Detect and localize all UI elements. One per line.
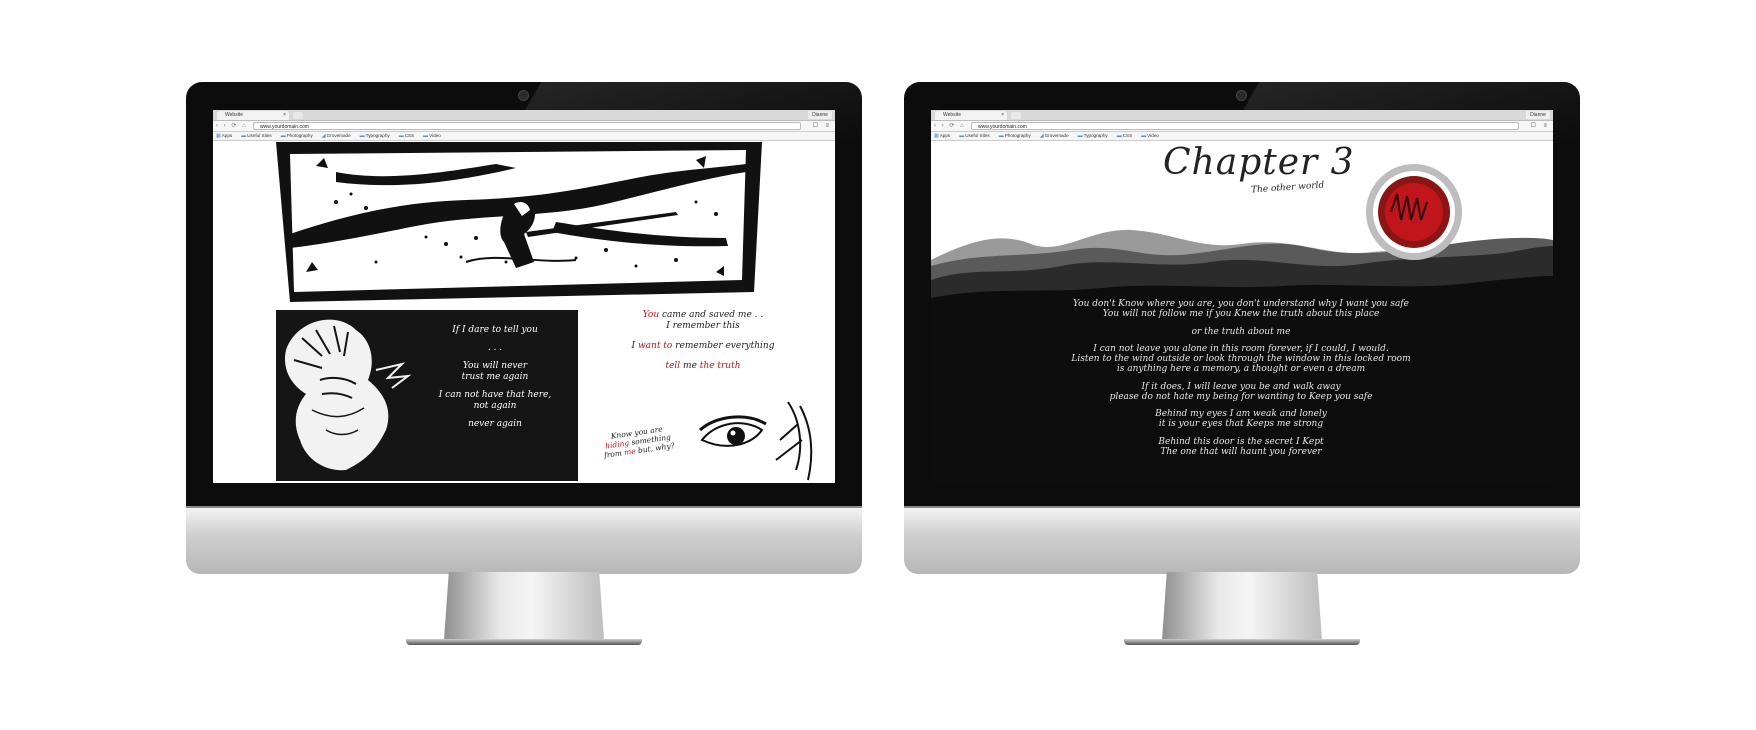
menu-icon[interactable]: ☐ ≡: [1530, 121, 1550, 131]
story-paragraph: If it does, I will leave you be and walk…: [1109, 381, 1373, 402]
bookmark-useful-sites[interactable]: ▬ Useful Sites: [241, 132, 272, 140]
text-came: came and saved me . .: [659, 310, 764, 320]
bookmark-typography[interactable]: ▬ Typography: [1078, 132, 1108, 140]
chapter-title: Chapter 3: [1163, 142, 1355, 183]
remember-text: You came and saved me . . I remember thi…: [598, 310, 808, 381]
address-bar: ‹ › ⟳ ⌂ www.yourdomain.com ☐ ≡: [931, 121, 1553, 132]
bookmark-grovemade[interactable]: ◢ Grovemade: [322, 132, 351, 140]
left-monitor: Website × Dianne ‹ › ⟳ ⌂ www.yourdomain.…: [186, 82, 862, 654]
poem-line: . . .: [487, 343, 503, 353]
folder-icon: ▬: [423, 133, 429, 139]
monitor-stand: [1162, 572, 1322, 640]
tab-title: Website: [943, 112, 961, 118]
bookmark-video[interactable]: ▬ Video: [1141, 132, 1159, 140]
address-bar: ‹ › ⟳ ⌂ www.yourdomain.com ☐ ≡: [213, 121, 835, 132]
folder-icon: ▬: [241, 133, 247, 139]
url-input[interactable]: www.yourdomain.com: [253, 122, 801, 130]
text-the-truth: the truth: [699, 361, 741, 371]
monitor-chin: [186, 506, 862, 574]
poem-line: You will never: [462, 361, 528, 371]
poem-line: trust me again: [461, 372, 529, 382]
camera: [518, 90, 529, 101]
folder-icon: ▬: [998, 133, 1004, 139]
folder-icon: ▬: [280, 133, 286, 139]
camera: [1236, 90, 1247, 101]
poem-line: never again: [468, 419, 522, 429]
page-content: If I dare to tell you . . . You will nev…: [213, 140, 835, 483]
apps-icon: ▦: [216, 133, 221, 139]
nav-icons[interactable]: ‹ › ⟳ ⌂: [934, 122, 966, 130]
tab-bar: Website × Dianne: [931, 110, 1553, 121]
manga-panel-swordsman: [276, 142, 762, 302]
folder-icon: ▬: [398, 133, 404, 139]
bookmark-photography[interactable]: ▬ Photography: [999, 132, 1031, 140]
bookmark-icon: ◢: [321, 133, 326, 139]
manga-panel-portrait: If I dare to tell you . . . You will nev…: [276, 310, 578, 481]
text-remember-this: I remember this: [666, 321, 740, 331]
monitor-foot: [406, 639, 642, 645]
text-tell: tell: [665, 361, 681, 371]
folder-icon: ▬: [959, 133, 965, 139]
text-you: You: [642, 310, 660, 320]
tab-title: Website: [225, 112, 243, 118]
poem-line: I can not have that here,: [438, 390, 552, 400]
bookmark-photography[interactable]: ▬ Photography: [281, 132, 313, 140]
story-paragraph: Behind this door is the secret I Kept Th…: [1158, 436, 1324, 457]
bookmark-grovemade[interactable]: ◢ Grovemade: [1040, 132, 1069, 140]
folder-icon: ▬: [1141, 133, 1147, 139]
new-tab-button[interactable]: [1011, 112, 1021, 119]
bookmark-video[interactable]: ▬ Video: [423, 132, 441, 140]
bookmark-icon: ◢: [1039, 133, 1044, 139]
story-paragraph: I can not leave you alone in this room f…: [1071, 344, 1411, 374]
browser-tab[interactable]: Website ×: [935, 111, 1007, 120]
profile-button[interactable]: Dianne: [808, 111, 832, 119]
right-monitor: Website × Dianne ‹ › ⟳ ⌂ www.yourdomain.…: [904, 82, 1580, 654]
bookmark-apps[interactable]: ▦ Apps: [934, 132, 950, 140]
folder-icon: ▬: [1116, 133, 1122, 139]
story-paragraph: Behind my eyes I am weak and lonely it i…: [1155, 409, 1327, 430]
story-text: You don't Know where you are, you don't …: [1011, 299, 1471, 466]
monitor-stand: [444, 572, 604, 640]
folder-icon: ▬: [359, 133, 365, 139]
monitor-foot: [1124, 639, 1360, 645]
menu-icon[interactable]: ☐ ≡: [812, 121, 832, 131]
browser-tab[interactable]: Website ×: [217, 111, 289, 120]
page-content: Chapter 3 The other world You don't Know…: [931, 140, 1553, 483]
bookmark-useful-sites[interactable]: ▬ Useful Sites: [959, 132, 990, 140]
poem-line: not again: [473, 401, 517, 411]
story-paragraph: or the truth about me: [1191, 326, 1291, 337]
browser-window: Website × Dianne ‹ › ⟳ ⌂ www.yourdomain.…: [931, 110, 1553, 483]
red-sun-icon: [1366, 164, 1462, 260]
url-input[interactable]: www.yourdomain.com: [971, 122, 1519, 130]
close-icon[interactable]: ×: [1001, 111, 1004, 120]
browser-window: Website × Dianne ‹ › ⟳ ⌂ www.yourdomain.…: [213, 110, 835, 483]
folder-icon: ▬: [1077, 133, 1083, 139]
poem-line: If I dare to tell you: [452, 325, 538, 335]
bookmark-css[interactable]: ▬ CSS: [1117, 132, 1132, 140]
new-tab-button[interactable]: [293, 112, 303, 119]
bookmark-typography[interactable]: ▬ Typography: [360, 132, 390, 140]
bookmark-apps[interactable]: ▦ Apps: [216, 132, 232, 140]
poem-text: If I dare to tell you . . . You will nev…: [420, 325, 570, 437]
nav-icons[interactable]: ‹ › ⟳ ⌂: [216, 122, 248, 130]
close-icon[interactable]: ×: [283, 111, 286, 120]
monitor-chin: [904, 506, 1580, 574]
profile-button[interactable]: Dianne: [1526, 111, 1550, 119]
eye-illustration: [699, 401, 813, 481]
tab-bar: Website × Dianne: [213, 110, 835, 121]
story-paragraph: You don't Know where you are, you don't …: [1073, 299, 1409, 319]
hiding-text: Know you are hiding something from me bu…: [603, 424, 676, 460]
text-want-to: want to: [637, 341, 673, 351]
apps-icon: ▦: [934, 133, 939, 139]
bookmark-css[interactable]: ▬ CSS: [399, 132, 414, 140]
